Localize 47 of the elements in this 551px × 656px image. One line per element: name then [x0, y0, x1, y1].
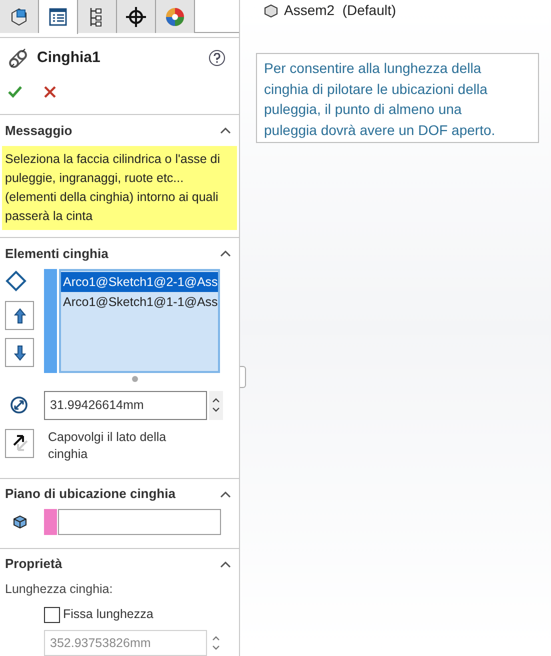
resize-handle[interactable]	[132, 376, 138, 382]
section-title: Messaggio	[5, 122, 72, 140]
chevron-up-icon	[220, 490, 230, 498]
flip-label: Capovolgi il lato della cinghia	[48, 428, 168, 463]
close-icon	[44, 86, 56, 98]
message-text: Seleziona la faccia cilindrica o l'asse di puleggie, ingranaggi, ruote etc... (elementi della cinghia) intorno ai quali passerà la cinta	[2, 146, 237, 230]
list-item[interactable]: Arco1@Sketch1@2-1@Ass	[61, 272, 218, 292]
selection-list[interactable]: Arco1@Sketch1@2-1@Ass Arco1@Sketch1@1-1@Ass	[59, 269, 220, 374]
feature-title: Cinghia1	[37, 48, 102, 68]
spin-button[interactable]	[209, 390, 223, 420]
chevron-up-icon	[220, 127, 230, 134]
move-down-button[interactable]	[5, 338, 34, 368]
help-icon	[213, 52, 221, 63]
panel-tab[interactable]	[39, 0, 78, 34]
panel-tab[interactable]	[0, 0, 39, 33]
arrow-down-icon	[14, 344, 26, 361]
ok-button[interactable]	[8, 84, 22, 99]
flip-button[interactable]	[5, 428, 34, 458]
panel-tab[interactable]	[117, 0, 156, 33]
field-label: Lunghezza cinghia:	[4, 581, 114, 598]
panel-splitter-handle[interactable]	[240, 366, 246, 388]
help-button[interactable]	[209, 50, 225, 66]
arrow-up-icon	[14, 308, 26, 324]
diagonal-arrows-icon	[10, 434, 28, 452]
value-field[interactable]: 31.99426614mm	[44, 390, 207, 420]
cancel-button[interactable]	[44, 84, 58, 99]
section-title: Piano di ubicazione cinghia	[5, 485, 176, 504]
belt-icon	[7, 46, 29, 69]
checkbox[interactable]	[44, 606, 60, 623]
chevron-up-icon	[220, 560, 230, 568]
list-item[interactable]: Arco1@Sketch1@1-1@Ass	[61, 292, 218, 312]
selection-color-bar	[44, 509, 57, 536]
tree-item-label[interactable]: Assem2 (Default)	[284, 0, 396, 21]
check-icon	[8, 86, 22, 98]
checkbox-label: Fissa lunghezza	[63, 606, 154, 624]
move-up-button[interactable]	[5, 301, 34, 330]
crosshair-icon	[124, 4, 148, 28]
diamond-icon	[5, 270, 27, 292]
tooltip-text: Per consentire alla lunghezza della cinghia di pilotare le ubicazioni della puleggia, il punto di almeno una puleggia dovrà avere un DOF aperto.	[264, 59, 496, 140]
panel-tab[interactable]	[78, 0, 117, 33]
spin-arrows-icon	[212, 634, 220, 652]
spin-arrows-icon	[212, 396, 220, 414]
chevron-up-icon	[220, 250, 230, 257]
selection-field[interactable]	[58, 509, 221, 536]
diameter-icon	[10, 396, 28, 414]
section-title: Elementi cinghia	[5, 244, 108, 263]
section-title: Proprietà	[5, 555, 62, 574]
